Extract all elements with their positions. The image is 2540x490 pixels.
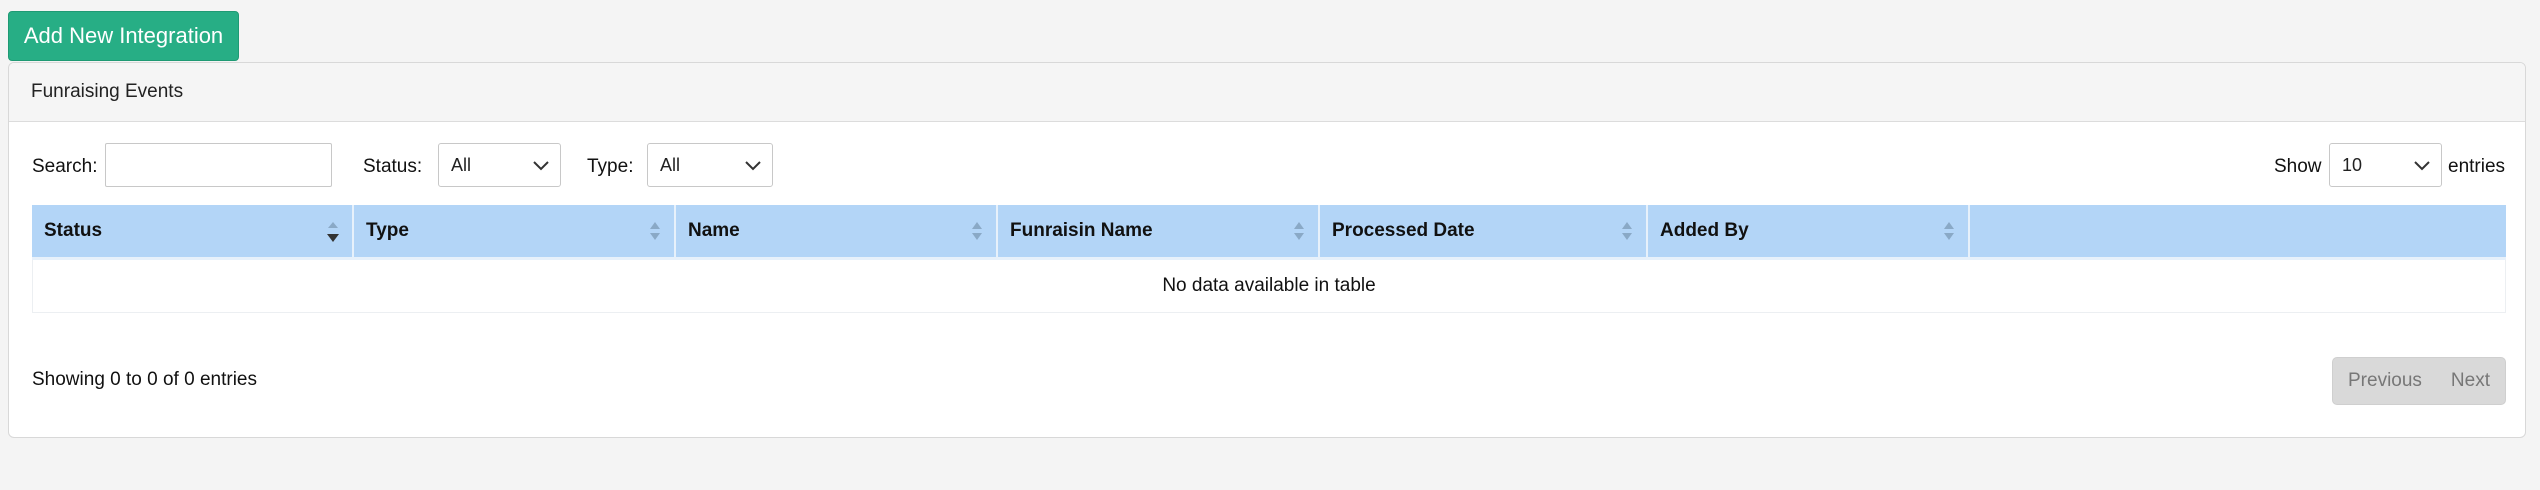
chevron-down-icon (745, 161, 761, 171)
sort-desc-icon (327, 222, 339, 242)
type-filter-label: Type: (587, 156, 634, 177)
column-header-added-by[interactable]: Added By (1648, 205, 1970, 257)
funraising-events-panel: Funraising Events Search: Status: All Ty… (8, 62, 2526, 438)
column-header-label: Funraisin Name (1010, 220, 1153, 241)
add-new-integration-button[interactable]: Add New Integration (8, 11, 239, 61)
column-header-label: Processed Date (1332, 220, 1475, 241)
column-header-label: Type (366, 220, 409, 241)
status-filter-value: All (451, 154, 472, 175)
page-size-select[interactable]: 10 (2329, 143, 2442, 187)
table-filters: Search: Status: All Type: All Show 10 en… (9, 143, 2525, 189)
column-header-label: Name (688, 220, 740, 241)
pagination: Previous Next (2332, 357, 2506, 405)
column-header-funraisin-name[interactable]: Funraisin Name (998, 205, 1320, 257)
column-header-status[interactable]: Status (32, 205, 354, 257)
sort-icon (1294, 222, 1304, 240)
table-info: Showing 0 to 0 of 0 entries (32, 369, 257, 390)
previous-button[interactable]: Previous (2348, 370, 2422, 392)
sort-icon (650, 222, 660, 240)
column-header-label: Status (44, 220, 103, 241)
column-header-actions (1970, 205, 2506, 257)
search-label: Search: (32, 156, 98, 177)
column-header-name[interactable]: Name (676, 205, 998, 257)
type-filter-select[interactable]: All (647, 143, 773, 187)
status-filter-label: Status: (363, 156, 423, 177)
entries-label: entries (2448, 156, 2506, 177)
status-filter-select[interactable]: All (438, 143, 561, 187)
next-button[interactable]: Next (2451, 370, 2490, 392)
panel-title: Funraising Events (9, 63, 2525, 122)
chevron-down-icon (2414, 161, 2430, 171)
type-filter-value: All (660, 154, 681, 175)
column-header-type[interactable]: Type (354, 205, 676, 257)
column-header-label: Added By (1660, 220, 1749, 241)
empty-table-message: No data available in table (32, 260, 2506, 313)
column-header-processed-date[interactable]: Processed Date (1320, 205, 1648, 257)
sort-icon (972, 222, 982, 240)
chevron-down-icon (533, 161, 549, 171)
table-header-row: Status Type Name Funraisin Name Processe… (32, 205, 2506, 260)
page-size-value: 10 (2342, 154, 2363, 175)
search-input[interactable] (105, 143, 332, 187)
integrations-table: Status Type Name Funraisin Name Processe… (32, 205, 2506, 313)
show-label: Show (2274, 156, 2322, 177)
sort-icon (1944, 222, 1954, 240)
sort-icon (1622, 222, 1632, 240)
